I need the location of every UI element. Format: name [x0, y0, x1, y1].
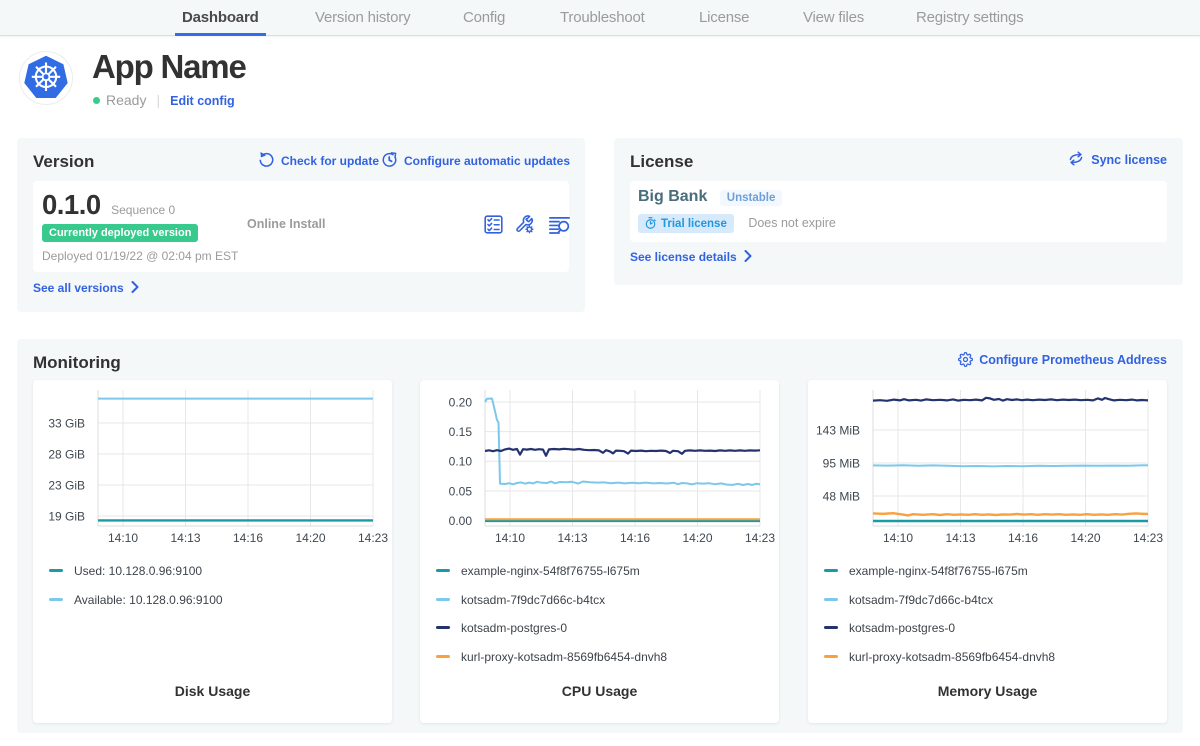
svg-text:23 GiB: 23 GiB: [48, 479, 85, 493]
svg-text:14:20: 14:20: [295, 531, 325, 545]
svg-text:14:10: 14:10: [883, 531, 913, 545]
svg-text:95 MiB: 95 MiB: [823, 457, 860, 471]
svg-text:14:16: 14:16: [620, 531, 650, 545]
svg-text:19 GiB: 19 GiB: [48, 510, 85, 524]
svg-text:14:13: 14:13: [945, 531, 975, 545]
svg-text:14:23: 14:23: [745, 531, 775, 545]
svg-text:33 GiB: 33 GiB: [48, 417, 85, 431]
svg-text:143 MiB: 143 MiB: [816, 424, 860, 438]
svg-text:28 GiB: 28 GiB: [48, 448, 85, 462]
svg-text:14:10: 14:10: [108, 531, 138, 545]
svg-text:14:16: 14:16: [233, 531, 263, 545]
svg-text:0.20: 0.20: [449, 396, 473, 410]
svg-text:14:16: 14:16: [1008, 531, 1038, 545]
svg-text:0.10: 0.10: [449, 455, 473, 469]
svg-text:0.15: 0.15: [449, 425, 473, 439]
svg-text:0.05: 0.05: [449, 484, 473, 498]
svg-text:14:10: 14:10: [495, 531, 525, 545]
svg-text:0.00: 0.00: [449, 514, 473, 528]
svg-text:14:20: 14:20: [1070, 531, 1100, 545]
svg-text:48 MiB: 48 MiB: [823, 490, 860, 504]
svg-text:14:13: 14:13: [557, 531, 587, 545]
svg-text:14:13: 14:13: [170, 531, 200, 545]
svg-text:14:23: 14:23: [358, 531, 388, 545]
svg-text:14:23: 14:23: [1133, 531, 1163, 545]
svg-text:14:20: 14:20: [682, 531, 712, 545]
